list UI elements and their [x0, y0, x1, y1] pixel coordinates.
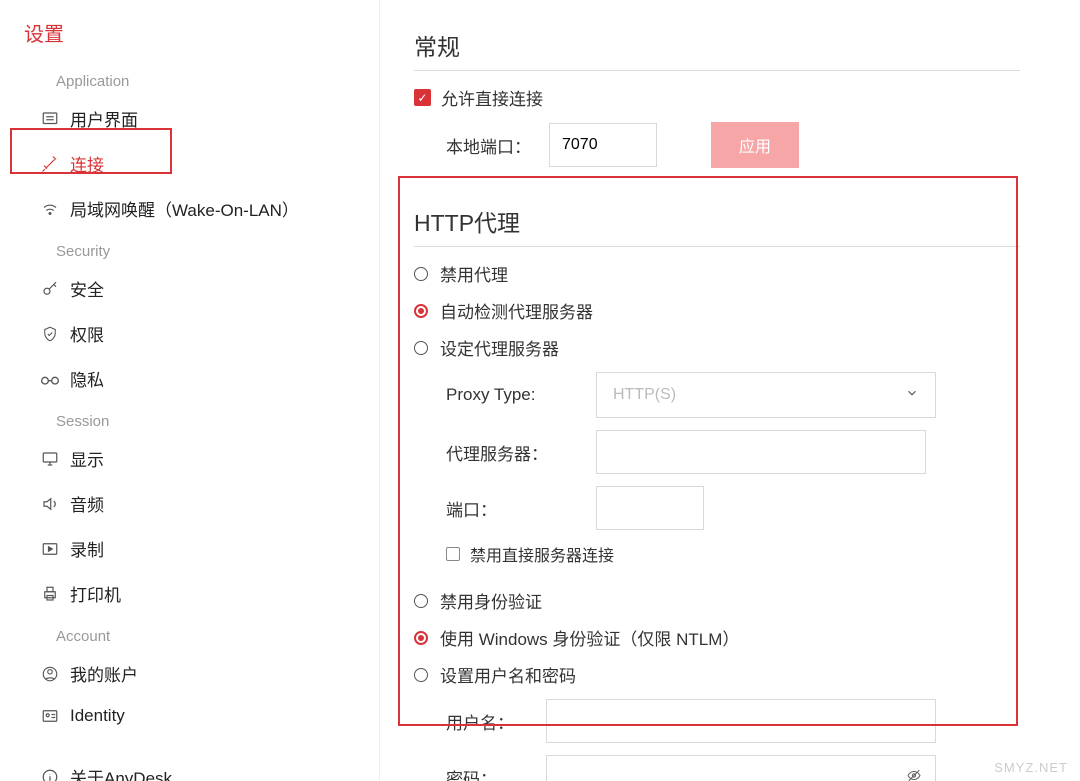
proxy-port-label: 端口：	[446, 496, 596, 521]
sidebar-item-my-account[interactable]: 我的账户	[0, 651, 379, 696]
glasses-icon	[36, 372, 64, 386]
record-icon	[36, 540, 64, 558]
password-label: 密码：	[446, 765, 546, 781]
settings-sidebar: 设置 Application 用户界面 连接 局域网唤醒（Wake-On-LAN…	[0, 0, 380, 781]
page-title: 设置	[0, 18, 379, 61]
connection-icon	[36, 155, 64, 173]
radio-unchecked-icon[interactable]	[414, 267, 428, 281]
speaker-icon	[36, 495, 64, 513]
group-account: Account	[0, 616, 379, 651]
allow-direct-label: 允许直接连接	[441, 85, 543, 110]
key-icon	[36, 280, 64, 298]
monitor-icon	[36, 450, 64, 468]
section-proxy-heading: HTTP代理	[414, 204, 1020, 247]
auth-userpass-row[interactable]: 设置用户名和密码	[414, 662, 1020, 687]
checkbox-checked-icon[interactable]: ✓	[414, 89, 431, 106]
sidebar-item-display[interactable]: 显示	[0, 436, 379, 481]
proxy-server-input[interactable]	[596, 430, 926, 474]
sidebar-item-privacy[interactable]: 隐私	[0, 356, 379, 401]
proxy-disable-label: 禁用代理	[440, 261, 508, 286]
sidebar-item-audio[interactable]: 音频	[0, 481, 379, 526]
local-port-label: 本地端口：	[446, 133, 531, 158]
sidebar-item-printer[interactable]: 打印机	[0, 571, 379, 616]
proxy-type-label: Proxy Type:	[446, 385, 596, 405]
username-input[interactable]	[546, 699, 936, 743]
ui-icon	[36, 110, 64, 128]
sidebar-item-label: 音频	[70, 491, 104, 516]
proxy-manual-row[interactable]: 设定代理服务器	[414, 335, 1020, 360]
radio-unchecked-icon[interactable]	[414, 341, 428, 355]
sidebar-item-label: 显示	[70, 446, 104, 471]
proxy-auto-row[interactable]: 自动检测代理服务器	[414, 298, 1020, 323]
auth-none-row[interactable]: 禁用身份验证	[414, 588, 1020, 613]
watermark-text: SMYZ.NET	[994, 760, 1068, 775]
radio-unchecked-icon[interactable]	[414, 668, 428, 682]
printer-icon	[36, 585, 64, 603]
local-port-input[interactable]	[549, 123, 657, 167]
id-card-icon	[36, 707, 64, 725]
proxy-manual-label: 设定代理服务器	[440, 335, 559, 360]
sidebar-item-label: 我的账户	[70, 661, 138, 686]
sidebar-item-label: 隐私	[70, 366, 104, 391]
sidebar-item-ui[interactable]: 用户界面	[0, 96, 379, 141]
username-label: 用户名：	[446, 709, 546, 734]
sidebar-item-label: 关于AnyDesk	[70, 764, 172, 781]
sidebar-item-security[interactable]: 安全	[0, 266, 379, 311]
radio-checked-icon[interactable]	[414, 631, 428, 645]
proxy-type-value: HTTP(S)	[613, 386, 676, 404]
checkbox-empty-icon[interactable]	[446, 547, 460, 561]
radio-checked-icon[interactable]	[414, 304, 428, 318]
group-application: Application	[0, 61, 379, 96]
disable-direct-row[interactable]: 禁用直接服务器连接	[414, 542, 1020, 566]
proxy-disable-row[interactable]: 禁用代理	[414, 261, 1020, 286]
sidebar-item-label: 连接	[70, 151, 104, 176]
chevron-down-icon	[905, 386, 919, 405]
proxy-server-label: 代理服务器：	[446, 440, 596, 465]
sidebar-item-label: Identity	[70, 706, 125, 726]
sidebar-item-label: 录制	[70, 536, 104, 561]
sidebar-item-label: 安全	[70, 276, 104, 301]
allow-direct-row[interactable]: ✓ 允许直接连接	[414, 85, 1020, 110]
proxy-type-dropdown[interactable]: HTTP(S)	[596, 372, 936, 418]
sidebar-item-record[interactable]: 录制	[0, 526, 379, 571]
sidebar-item-label: 打印机	[70, 581, 121, 606]
group-session: Session	[0, 401, 379, 436]
info-icon	[36, 768, 64, 781]
eye-off-icon[interactable]	[906, 768, 922, 781]
sidebar-item-connection[interactable]: 连接	[0, 141, 379, 186]
proxy-port-input[interactable]	[596, 486, 704, 530]
sidebar-item-about[interactable]: 关于AnyDesk	[0, 754, 379, 781]
sidebar-item-label: 用户界面	[70, 106, 138, 131]
sidebar-item-wol[interactable]: 局域网唤醒（Wake-On-LAN）	[0, 186, 379, 231]
sidebar-item-label: 权限	[70, 321, 104, 346]
auth-windows-row[interactable]: 使用 Windows 身份验证（仅限 NTLM）	[414, 625, 1020, 650]
disable-direct-label: 禁用直接服务器连接	[470, 542, 614, 566]
group-security: Security	[0, 231, 379, 266]
apply-button-general[interactable]: 应用	[711, 122, 799, 168]
user-icon	[36, 665, 64, 683]
radio-unchecked-icon[interactable]	[414, 594, 428, 608]
auth-userpass-label: 设置用户名和密码	[440, 662, 576, 687]
sidebar-item-label: 局域网唤醒（Wake-On-LAN）	[70, 196, 299, 221]
shield-icon	[36, 325, 64, 343]
password-input[interactable]	[546, 755, 936, 781]
sidebar-item-permissions[interactable]: 权限	[0, 311, 379, 356]
section-general-heading: 常规	[414, 28, 1020, 71]
settings-main: 常规 ✓ 允许直接连接 本地端口： 应用 HTTP代理 禁用代理 自动检测代理服…	[380, 0, 1080, 781]
wifi-icon	[36, 200, 64, 218]
proxy-auto-label: 自动检测代理服务器	[440, 298, 593, 323]
sidebar-item-identity[interactable]: Identity	[0, 696, 379, 736]
auth-windows-label: 使用 Windows 身份验证（仅限 NTLM）	[440, 625, 739, 650]
auth-none-label: 禁用身份验证	[440, 588, 542, 613]
